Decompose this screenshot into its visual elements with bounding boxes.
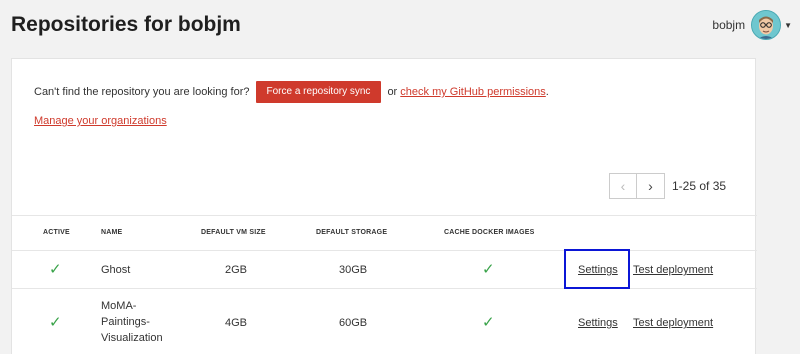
avatar-icon[interactable] bbox=[751, 10, 782, 40]
sync-prompt: Can't find the repository you are lookin… bbox=[34, 86, 250, 98]
period-text: . bbox=[545, 86, 549, 98]
table-row: ✓ Ghost 2GB 30GB ✓ Settings Test deploym… bbox=[12, 249, 757, 289]
chevron-right-icon[interactable]: › bbox=[637, 173, 665, 199]
repo-name: Ghost bbox=[101, 264, 131, 276]
column-header-active: ACTIVE bbox=[43, 229, 70, 236]
selection-highlight bbox=[564, 249, 630, 289]
test-deployment-link[interactable]: Test deployment bbox=[633, 317, 713, 329]
settings-link[interactable]: Settings bbox=[578, 317, 618, 329]
column-header-name: NAME bbox=[101, 229, 123, 236]
check-icon: ✓ bbox=[482, 314, 495, 331]
test-deployment-link[interactable]: Test deployment bbox=[633, 264, 713, 276]
pagination-range: 1-25 of 35 bbox=[672, 179, 727, 193]
repositories-card: Can't find the repository you are lookin… bbox=[11, 58, 757, 354]
table-header: ACTIVE NAME DEFAULT VM SIZE DEFAULT STOR… bbox=[12, 215, 757, 251]
github-permissions-link[interactable]: check my GitHub permissions bbox=[400, 86, 546, 98]
force-sync-button[interactable]: Force a repository sync bbox=[255, 81, 382, 103]
username-label: bobjm bbox=[712, 18, 746, 32]
vm-size-value: 4GB bbox=[225, 317, 248, 329]
repo-name-line: Visualization bbox=[101, 332, 163, 344]
user-menu[interactable]: bobjm ▼ bbox=[712, 10, 792, 40]
manage-organizations-link[interactable]: Manage your organizations bbox=[34, 115, 167, 127]
chevron-left-icon[interactable]: ‹ bbox=[609, 173, 637, 199]
chevron-down-icon[interactable]: ▼ bbox=[784, 21, 792, 30]
check-icon: ✓ bbox=[49, 314, 62, 331]
storage-value: 30GB bbox=[339, 264, 368, 276]
storage-value: 60GB bbox=[339, 317, 368, 329]
pagination: ‹ › 1-25 of 35 bbox=[609, 173, 726, 199]
check-icon: ✓ bbox=[49, 261, 62, 278]
repositories-table: ACTIVE NAME DEFAULT VM SIZE DEFAULT STOR… bbox=[12, 215, 757, 354]
column-header-storage: DEFAULT STORAGE bbox=[316, 229, 388, 236]
column-header-vm-size: DEFAULT VM SIZE bbox=[201, 229, 266, 236]
repo-name-line: MoMA- bbox=[101, 300, 137, 312]
vm-size-value: 2GB bbox=[225, 264, 248, 276]
table-row: ✓ MoMA- Paintings- Visualization 4GB 60G… bbox=[12, 289, 757, 354]
column-header-cache: CACHE DOCKER IMAGES bbox=[444, 229, 535, 236]
or-text: or bbox=[387, 86, 398, 98]
sync-row: Can't find the repository you are lookin… bbox=[34, 81, 549, 103]
repo-name-line: Paintings- bbox=[101, 316, 150, 328]
check-icon: ✓ bbox=[482, 261, 495, 278]
page-title: Repositories for bobjm bbox=[11, 13, 241, 36]
avatar-face-icon bbox=[752, 11, 781, 39]
